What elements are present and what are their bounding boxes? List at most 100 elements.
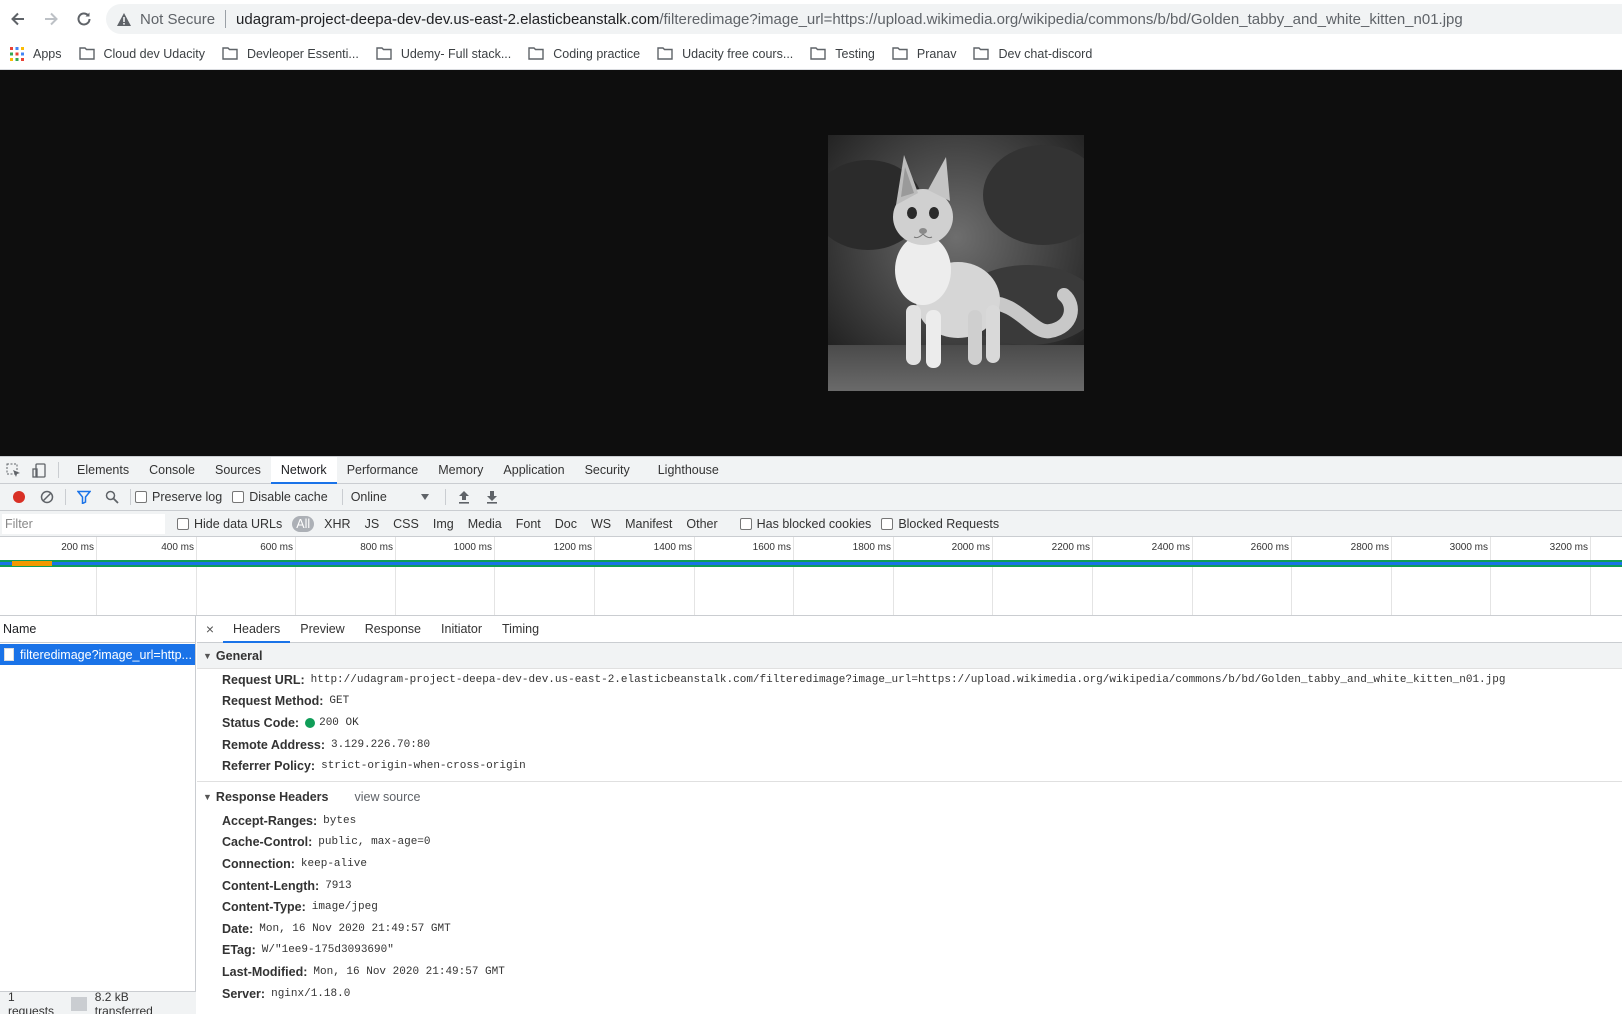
status-ok-icon bbox=[305, 717, 316, 728]
bookmark-folder[interactable]: Udacity free cours... bbox=[657, 47, 793, 61]
type-filter-js[interactable]: JS bbox=[361, 516, 384, 532]
tab-elements[interactable]: Elements bbox=[67, 457, 139, 483]
type-filter-doc[interactable]: Doc bbox=[551, 516, 581, 532]
checkbox-box[interactable] bbox=[881, 517, 894, 530]
checkbox-box[interactable] bbox=[739, 517, 752, 530]
name-column-header[interactable]: Name bbox=[0, 616, 195, 643]
disable-cache-checkbox[interactable]: Disable cache bbox=[232, 490, 328, 504]
bookmark-folder[interactable]: Testing bbox=[810, 47, 875, 61]
header-key: Remote Address: bbox=[222, 737, 326, 752]
header-value: GET bbox=[329, 695, 350, 708]
bookmark-folder[interactable]: Devleoper Essenti... bbox=[222, 47, 359, 61]
header-value: http://udagram-project-deepa-dev-dev.us-… bbox=[310, 673, 1506, 686]
timeline-tick-label: 600 ms bbox=[260, 542, 293, 553]
transferred-size: 8.2 kB transferred bbox=[94, 989, 153, 1014]
type-filter-img[interactable]: Img bbox=[429, 516, 458, 532]
arrow-left-icon bbox=[11, 12, 24, 26]
address-bar[interactable]: Not Secure udagram-project-deepa-dev-dev… bbox=[106, 4, 1622, 34]
checkbox-box[interactable] bbox=[177, 517, 189, 530]
tab-network[interactable]: Network bbox=[270, 457, 337, 484]
filter-input[interactable]: Filter bbox=[2, 513, 165, 534]
header-key: Status Code: bbox=[222, 715, 300, 730]
record-button[interactable] bbox=[5, 484, 33, 511]
type-filter-all[interactable]: All bbox=[292, 515, 315, 532]
tab-preview[interactable]: Preview bbox=[290, 616, 354, 642]
clear-button[interactable] bbox=[33, 484, 61, 511]
cursor-select-icon bbox=[6, 463, 20, 477]
tab-console[interactable]: Console bbox=[139, 457, 205, 483]
hide-data-urls-checkbox[interactable]: Hide data URLs bbox=[177, 517, 282, 531]
type-filter-xhr[interactable]: XHR bbox=[320, 516, 354, 532]
section-divider bbox=[197, 780, 1622, 782]
close-detail-button[interactable]: × bbox=[197, 616, 223, 642]
warning-icon bbox=[116, 12, 132, 27]
type-filter-ws[interactable]: WS bbox=[587, 516, 615, 532]
timeline-gridline bbox=[1391, 537, 1392, 615]
bookmark-folder[interactable]: Pranav bbox=[892, 47, 956, 61]
tab-timing[interactable]: Timing bbox=[492, 616, 549, 642]
close-icon: × bbox=[205, 621, 215, 637]
folder-icon bbox=[657, 47, 673, 60]
device-toggle-button[interactable] bbox=[26, 457, 52, 483]
tab-security[interactable]: Security bbox=[575, 457, 640, 483]
tab-headers[interactable]: Headers bbox=[223, 616, 291, 643]
bookmark-label: Udemy- Full stack... bbox=[400, 46, 512, 61]
devtools-panel: Elements Console Sources Network Perform… bbox=[0, 456, 1622, 1014]
tab-sources[interactable]: Sources bbox=[205, 457, 271, 483]
bookmark-apps[interactable]: Apps bbox=[10, 46, 62, 61]
security-label[interactable]: Not Secure bbox=[140, 11, 215, 28]
tab-memory[interactable]: Memory bbox=[428, 457, 493, 483]
header-value: 3.129.226.70:80 bbox=[331, 738, 431, 751]
checkbox-box[interactable] bbox=[135, 491, 147, 503]
header-row: Request Method: GET bbox=[197, 691, 1622, 713]
bookmark-folder[interactable]: Cloud dev Udacity bbox=[78, 47, 205, 61]
toolbar-separator bbox=[130, 489, 131, 505]
header-row: Remote Address: 3.129.226.70:80 bbox=[197, 734, 1622, 756]
tab-application[interactable]: Application bbox=[493, 457, 574, 483]
response-headers-section-header[interactable]: ▼ Response Headers view source bbox=[197, 784, 1622, 810]
timeline-tick-label: 200 ms bbox=[61, 542, 94, 553]
general-section-header[interactable]: ▼ General bbox=[197, 643, 1622, 669]
inspect-element-button[interactable] bbox=[0, 457, 26, 483]
throttling-select[interactable]: Online bbox=[351, 490, 429, 504]
header-value: Mon, 16 Nov 2020 21:49:57 GMT bbox=[259, 922, 451, 935]
network-overview-timeline[interactable]: 200 ms 400 ms 600 ms 800 ms 1000 ms 1200… bbox=[0, 537, 1622, 616]
timeline-tick-label: 1400 ms bbox=[653, 542, 692, 553]
forward-button[interactable] bbox=[36, 4, 66, 34]
request-row[interactable]: filteredimage?image_url=http... bbox=[0, 644, 195, 665]
type-filter-manifest[interactable]: Manifest bbox=[621, 516, 676, 532]
bookmark-label: Dev chat-discord bbox=[998, 46, 1093, 61]
type-filter-other[interactable]: Other bbox=[682, 516, 721, 532]
checkbox-box[interactable] bbox=[232, 491, 245, 503]
type-filter-media[interactable]: Media bbox=[464, 516, 506, 532]
back-button[interactable] bbox=[3, 4, 33, 34]
tab-initiator[interactable]: Initiator bbox=[431, 616, 492, 642]
reload-icon bbox=[77, 12, 91, 26]
tab-performance[interactable]: Performance bbox=[337, 457, 429, 483]
bookmark-folder[interactable]: Coding practice bbox=[528, 47, 640, 61]
bookmark-label: Coding practice bbox=[553, 46, 641, 61]
timeline-gridline bbox=[494, 537, 495, 615]
timeline-gridline bbox=[1192, 537, 1193, 615]
omnibox-separator bbox=[225, 10, 227, 28]
clear-icon bbox=[40, 490, 54, 504]
import-har-button[interactable] bbox=[450, 484, 478, 511]
tab-lighthouse[interactable]: Lighthouse bbox=[648, 457, 729, 483]
summary-separator bbox=[70, 996, 87, 1011]
blocked-requests-checkbox[interactable]: Blocked Requests bbox=[881, 517, 999, 531]
view-source-link[interactable]: view source bbox=[354, 790, 420, 804]
filter-toggle-button[interactable] bbox=[70, 484, 98, 511]
bookmark-folder[interactable]: Dev chat-discord bbox=[973, 47, 1092, 61]
bookmark-folder[interactable]: Udemy- Full stack... bbox=[376, 47, 511, 61]
type-filter-css[interactable]: CSS bbox=[389, 516, 423, 532]
search-button[interactable] bbox=[98, 484, 126, 511]
has-blocked-cookies-checkbox[interactable]: Has blocked cookies bbox=[739, 517, 871, 531]
tab-response[interactable]: Response bbox=[355, 616, 431, 642]
type-filter-font[interactable]: Font bbox=[512, 516, 545, 532]
export-har-button[interactable] bbox=[478, 484, 506, 511]
reload-button[interactable] bbox=[69, 4, 99, 34]
preserve-log-checkbox[interactable]: Preserve log bbox=[135, 490, 222, 504]
header-key: Cache-Control: bbox=[222, 835, 313, 850]
header-value: keep-alive bbox=[300, 857, 367, 870]
timeline-tick-label: 2200 ms bbox=[1051, 542, 1090, 553]
